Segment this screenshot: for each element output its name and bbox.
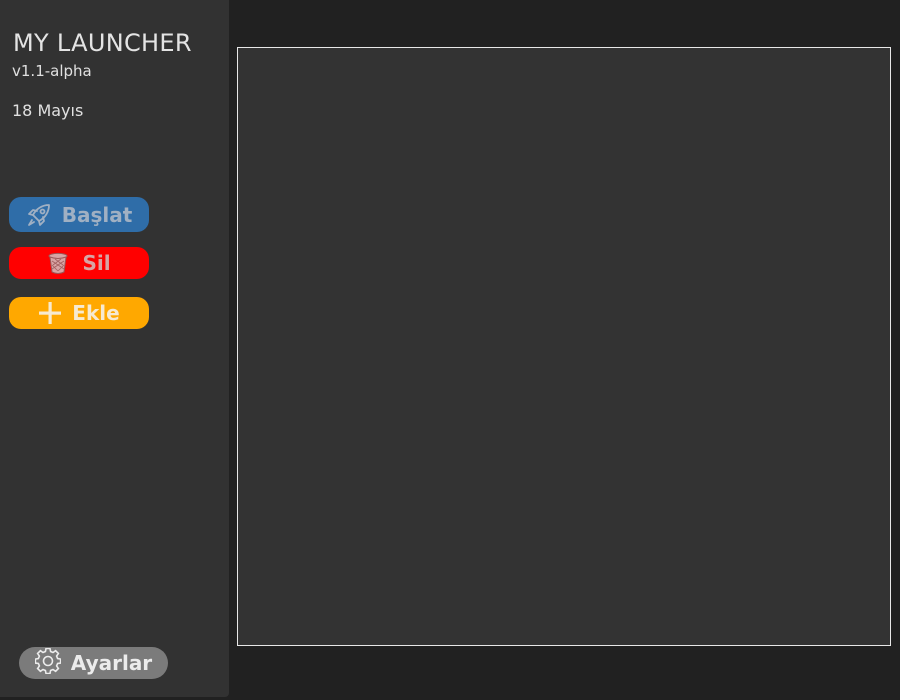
trash-icon bbox=[47, 251, 69, 275]
app-version: v1.1-alpha bbox=[12, 62, 92, 80]
sidebar: MY LAUNCHER v1.1-alpha 18 Mayıs Başlat S… bbox=[0, 0, 229, 697]
add-button[interactable]: Ekle bbox=[9, 297, 149, 329]
gear-icon bbox=[34, 647, 62, 679]
start-button[interactable]: Başlat bbox=[9, 197, 149, 232]
app-date: 18 Mayıs bbox=[12, 101, 84, 120]
rocket-icon bbox=[26, 202, 52, 228]
plus-icon bbox=[38, 301, 62, 325]
app-title: MY LAUNCHER bbox=[13, 29, 192, 57]
delete-button-label: Sil bbox=[82, 251, 111, 275]
content-panel bbox=[237, 47, 891, 646]
delete-button[interactable]: Sil bbox=[9, 247, 149, 279]
settings-button[interactable]: Ayarlar bbox=[19, 647, 168, 679]
start-button-label: Başlat bbox=[61, 202, 133, 227]
add-button-label: Ekle bbox=[72, 301, 120, 325]
settings-button-label: Ayarlar bbox=[70, 651, 153, 675]
